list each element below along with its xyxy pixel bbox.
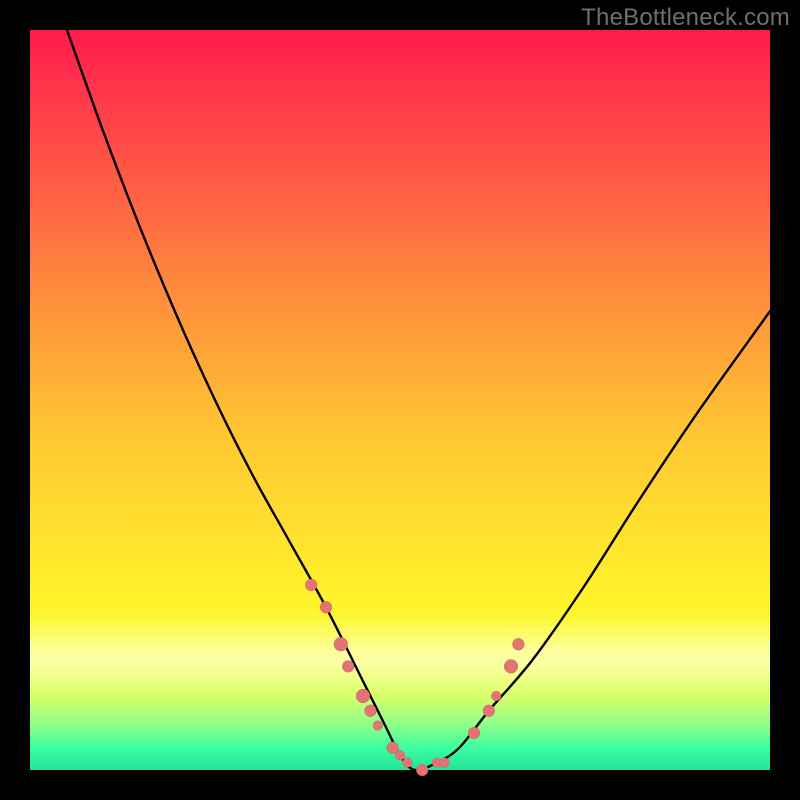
highlight-dot — [305, 579, 317, 591]
highlight-dot — [491, 691, 501, 701]
watermark-text: TheBottleneck.com — [581, 4, 790, 32]
highlight-dot — [402, 758, 412, 768]
highlight-dot — [373, 721, 383, 731]
highlight-dot — [395, 750, 405, 760]
highlight-dot — [342, 660, 354, 672]
highlight-dot — [483, 705, 495, 717]
highlight-dot — [468, 727, 480, 739]
highlight-dot — [364, 705, 376, 717]
chart-svg — [30, 30, 770, 770]
highlight-dot — [512, 638, 524, 650]
chart-frame — [30, 30, 770, 770]
bottleneck-curve — [67, 30, 770, 770]
highlight-dot — [439, 758, 449, 768]
highlight-dot — [416, 764, 428, 776]
highlight-dot — [320, 601, 332, 613]
highlight-dots — [305, 579, 524, 776]
highlight-dot — [504, 659, 518, 673]
highlight-dot — [334, 637, 348, 651]
highlight-dot — [356, 689, 370, 703]
